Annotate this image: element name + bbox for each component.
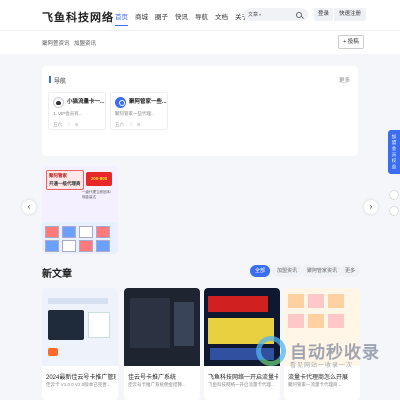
site-name: 聚阿管家一些... [129,99,167,105]
filter-all[interactable]: 全部 [250,265,271,277]
customer-service-icon[interactable] [389,190,399,200]
article-title: 佳云号卡推广系统 [128,375,177,381]
banner-price: 200-800 [86,172,112,186]
like-icon: ♡ [129,122,134,127]
member-benefits-tab[interactable]: 加盟会员权益 [388,130,400,174]
site-meta: 五六 ♡ 8 [115,122,144,128]
site-avatar [53,97,64,108]
carousel-prev-icon[interactable]: ‹ [22,200,36,214]
site-avatar [115,97,126,108]
site-meta: 五六 ♡ 8 [53,122,82,128]
banner-headline: 聚阿管家 [49,173,67,178]
section-marker [49,76,51,83]
banner-headline-box: 聚阿管家 开通一级代理商 [46,170,84,190]
member-benefits-label: 加盟会员权益 [391,134,397,169]
banner-subheadline: 开通一级代理商 [49,181,81,186]
section-title: 导航 [54,79,67,85]
site-card[interactable]: 聚阿管家一些... 聚阿管家一些代理... 五六 ♡ 8 [110,92,168,130]
watermark: 自动秒收录 看见网站一收录一次 [256,334,386,374]
promo-banner[interactable]: 聚阿管家 开通一级代理商 200-800 一级代理立即回本/佣金高达 [42,166,118,254]
article-desc: 佳云号卡推广系统佣金结算... [128,382,186,387]
view-count: 五六 [53,122,62,127]
article-card[interactable]: 2024最新佳云号卡推广管理... 佳云卡 V1.0.0 V2.0版本已完善..… [42,288,118,400]
article-desc: 聚阿管家一流量卡代理商... [288,382,342,387]
new-articles-title: 新文章 [42,269,72,280]
filter-juaxuan[interactable]: 聚阿管家资讯 [302,265,343,277]
top-header: 飞鱼科技网络 首页 商城 圈子 快讯 导航 文档 关于我们 文章 ▾ 登录 快速… [0,0,400,30]
screenshot-thumb [62,240,76,252]
article-desc: 飞鱼科技网络一开启流量卡代理... [208,382,275,387]
site-desc: 聚阿管家一些代理... [115,111,155,116]
article-thumbnail [124,288,200,366]
nav-shop[interactable]: 商城 [135,11,148,21]
nav-docs[interactable]: 文档 [215,11,228,21]
submit-post-button[interactable]: + 投稿 [338,35,364,49]
screenshot-thumb [45,226,59,238]
filter-franchise[interactable]: 加盟资讯 [272,265,303,277]
chevron-down-icon[interactable]: ▾ [259,12,261,17]
banner-caption: 一级代理立即回本/佣金高达 [82,190,111,199]
like-count: 8 [137,122,140,127]
article-thumbnail [42,288,118,366]
login-button[interactable]: 登录 [314,8,334,21]
sub-nav-bar: 聚阿萱资讯 加盟资讯 + 投稿 [0,30,400,54]
subtab-juaxuan[interactable]: 聚阿萱资讯 [42,39,70,47]
screenshot-thumb [79,240,93,252]
banner-top: 聚阿管家 开通一级代理商 200-800 一级代理立即回本/佣金高达 [42,166,118,222]
nav-navigation[interactable]: 导航 [195,11,208,21]
search-type-select[interactable]: 文章 [248,11,258,18]
back-to-top-icon[interactable] [389,206,399,216]
carousel-next-icon[interactable]: › [364,200,378,214]
article-title: 2024最新佳云号卡推广管理... [46,375,116,381]
screenshot-thumb [79,226,93,238]
banner-screenshots [42,222,118,254]
watermark-logo-icon [256,336,286,366]
search-box: 文章 ▾ [244,8,308,21]
nav-news[interactable]: 快讯 [175,11,188,21]
view-count: 五六 [115,122,124,127]
screenshot-thumb [45,240,59,252]
site-desc: 1. VIP会员有... [53,111,83,116]
screenshot-thumb [96,240,110,252]
search-input[interactable] [264,11,295,18]
nav-circle[interactable]: 圈子 [155,11,168,21]
site-name: 小猫流量卡一... [67,99,105,105]
nav-home[interactable]: 首页 [115,11,128,26]
filter-more[interactable]: 更多 [340,265,361,277]
subtab-franchise[interactable]: 加盟资讯 [74,39,96,47]
like-count: 8 [75,122,78,127]
watermark-subtext: 看见网站一收录一次 [290,363,354,369]
recommend-panel: 导航 更多 小猫流量卡一... 1. VIP会员有... 五六 ♡ 8 聚阿管家一… [42,66,358,156]
site-card[interactable]: 小猫流量卡一... 1. VIP会员有... 五六 ♡ 8 [48,92,106,130]
article-card[interactable]: 佳云号卡推广系统 佳云号卡推广系统佣金结算... [124,288,200,400]
site-logo[interactable]: 飞鱼科技网络 [42,9,114,25]
screenshot-thumb [62,226,76,238]
screenshot-thumb [96,226,110,238]
search-icon[interactable] [296,11,303,18]
more-link[interactable]: 更多 [339,76,350,84]
like-icon: ♡ [67,122,72,127]
article-desc: 佳云卡 V1.0.0 V2.0版本已完善... [46,382,111,387]
register-button[interactable]: 快速注册 [334,8,367,21]
